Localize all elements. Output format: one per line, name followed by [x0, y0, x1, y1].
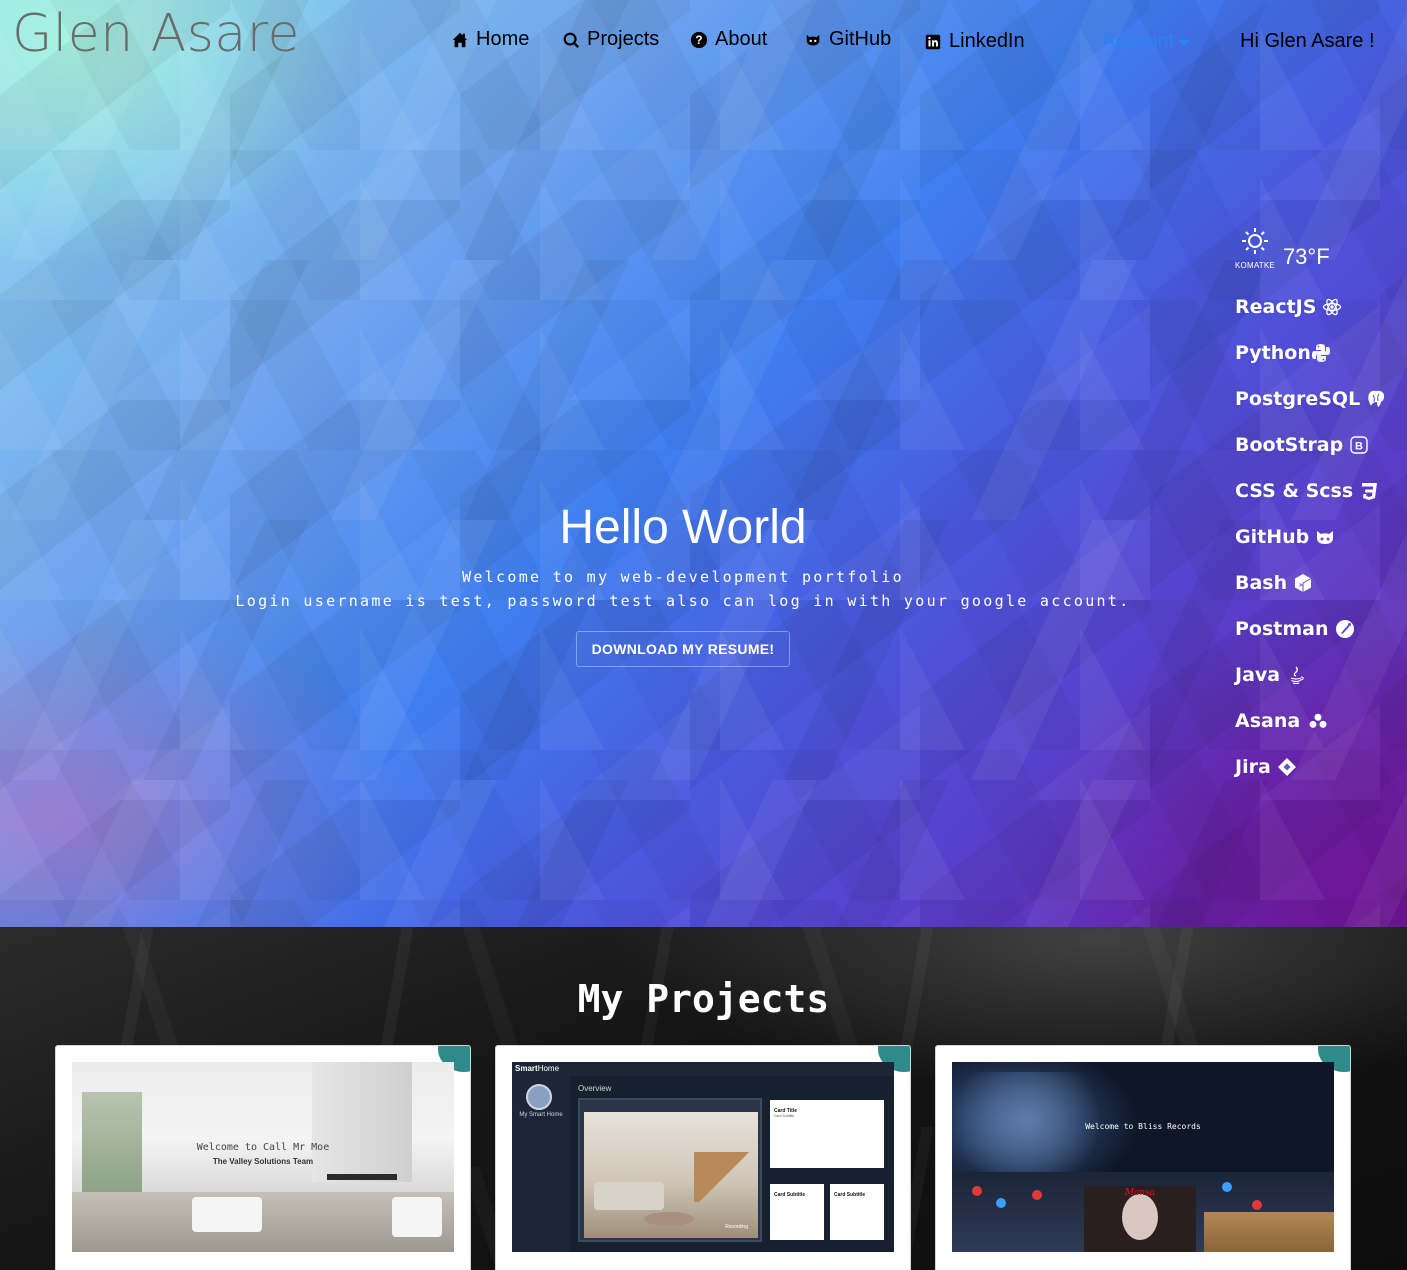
github-icon	[803, 30, 823, 50]
bootstrap-icon: B	[1349, 435, 1369, 455]
thumb-card-subtitle: Card Subtitle	[834, 1192, 866, 1198]
thumb-knob	[1222, 1182, 1232, 1192]
nav-home[interactable]: Home	[450, 28, 529, 51]
react-icon	[1322, 297, 1342, 317]
skill-reactjs: ReactJS	[1235, 284, 1386, 330]
thumb-heading: Welcome to Call Mr Moe	[196, 1142, 330, 1153]
project-thumbnail: Welcome to Bliss Records Mansa	[952, 1062, 1334, 1252]
nav-projects[interactable]: Projects	[561, 28, 659, 51]
nav-github-label: GitHub	[829, 28, 892, 50]
user-greeting: Hi Glen Asare !	[1240, 30, 1375, 52]
weather-location: KOMATKE	[1235, 261, 1275, 270]
nav-linkedin[interactable]: LinkedIn	[923, 30, 1025, 53]
skill-label: Asana	[1235, 710, 1301, 732]
postgresql-icon	[1366, 389, 1386, 409]
thumb-logo: SmartHome	[515, 1064, 560, 1073]
thumb-poster-face	[1122, 1194, 1158, 1240]
jira-icon	[1277, 757, 1297, 777]
skill-label: ReactJS	[1235, 296, 1317, 318]
thumb-knob	[972, 1186, 982, 1196]
nav-projects-label: Projects	[587, 28, 660, 50]
project-card-2[interactable]: SmartHome My Smart Home Overview Recordi…	[495, 1045, 911, 1270]
thumb-knob	[1032, 1190, 1042, 1200]
home-icon	[450, 30, 470, 50]
account-dropdown[interactable]: Account	[1102, 30, 1191, 53]
question-icon: ?	[689, 30, 709, 50]
chevron-down-icon	[1178, 39, 1191, 46]
thumb-card: Card Subtitle	[770, 1184, 824, 1240]
thumb-stairs	[694, 1152, 754, 1202]
skill-postgresql: PostgreSQL	[1235, 376, 1386, 422]
thumb-card-subtitle: Card Subtitle	[774, 1114, 795, 1118]
project-card-3[interactable]: Welcome to Bliss Records Mansa	[935, 1045, 1351, 1270]
thumb-couch	[594, 1182, 664, 1210]
projects-section: My Projects Welcome to Call Mr Moe The V…	[0, 927, 1407, 1270]
account-label: Account	[1102, 30, 1175, 52]
thumb-rug	[644, 1212, 694, 1226]
skill-asana: Asana	[1235, 698, 1386, 744]
thumb-sidebar: My Smart Home	[512, 1076, 570, 1252]
thumb-recording-label: Recording	[725, 1224, 748, 1230]
thumb-guitar	[1204, 1212, 1334, 1252]
skill-label: PostgreSQL	[1235, 388, 1361, 410]
thumb-subheading: The Valley Solutions Team	[212, 1157, 314, 1166]
skill-label: BootStrap	[1235, 434, 1344, 456]
project-card-1[interactable]: Welcome to Call Mr Moe The Valley Soluti…	[55, 1045, 471, 1270]
java-icon	[1286, 665, 1306, 685]
thumb-sofa	[192, 1197, 262, 1232]
project-thumbnail: Welcome to Call Mr Moe The Valley Soluti…	[72, 1062, 454, 1252]
project-thumbnail: SmartHome My Smart Home Overview Recordi…	[512, 1062, 894, 1252]
projects-title: My Projects	[577, 977, 830, 1021]
skill-label: Jira	[1235, 756, 1271, 778]
python-icon	[1311, 343, 1331, 363]
nav-github[interactable]: GitHub	[803, 28, 891, 51]
thumb-heading: Welcome to Bliss Records	[1085, 1122, 1201, 1131]
thumb-card-title: Card Title	[774, 1108, 797, 1114]
thumb-topbar: SmartHome	[512, 1062, 894, 1076]
weather-widget: KOMATKE 73°F	[1235, 220, 1386, 270]
thumb-knob	[996, 1198, 1006, 1208]
thumb-knob	[1252, 1200, 1262, 1210]
linkedin-icon	[923, 32, 943, 52]
search-icon	[561, 30, 581, 50]
asana-icon	[1306, 711, 1330, 731]
skill-label: Python	[1235, 342, 1311, 364]
nav-about[interactable]: ? About	[689, 28, 767, 51]
thumb-poster-text: Mansa	[1124, 1188, 1156, 1198]
thumb-card: Card Title Card Subtitle	[770, 1100, 884, 1168]
nav-linkedin-label: LinkedIn	[949, 30, 1025, 52]
thumb-camera-panel: Recording	[578, 1098, 762, 1242]
skill-jira: Jira	[1235, 744, 1386, 790]
thumb-card-subtitle: Card Subtitle	[774, 1192, 806, 1198]
sun-icon	[1238, 226, 1272, 261]
skill-python: Python	[1235, 330, 1386, 376]
thumb-armchair	[392, 1197, 442, 1237]
weather-temperature: 73°F	[1282, 244, 1330, 269]
svg-text:?: ?	[695, 34, 702, 47]
avatar	[526, 1084, 552, 1110]
skill-label: Java	[1235, 664, 1281, 686]
thumb-room-image: Recording	[584, 1112, 758, 1238]
skill-bootstrap: BootStrap B	[1235, 422, 1386, 468]
svg-text:B: B	[1355, 441, 1363, 453]
thumb-fireplace	[327, 1174, 397, 1180]
weather-location-block: KOMATKE	[1235, 226, 1275, 270]
brand-logo[interactable]: Glen Asare	[12, 4, 300, 64]
hero-section	[0, 0, 1407, 927]
hero-title: Hello World	[559, 501, 807, 554]
thumb-user-name: My Smart Home	[519, 1112, 563, 1118]
hero-content: Hello World Welcome to my web-developmen…	[0, 500, 1366, 667]
hero-intro-line2: Login username is test, password test al…	[235, 592, 1131, 610]
css-icon	[1359, 481, 1379, 501]
hero-intro: Welcome to my web-development portfolio …	[0, 565, 1366, 613]
nav-about-label: About	[715, 28, 768, 50]
thumb-card: Card Subtitle	[830, 1184, 884, 1240]
download-resume-button[interactable]: DOWNLOAD MY RESUME!	[575, 631, 791, 667]
hero-intro-line1: Welcome to my web-development portfolio	[462, 568, 904, 586]
thumb-poster: Mansa	[1084, 1186, 1196, 1252]
nav-home-label: Home	[476, 28, 530, 50]
skill-label: CSS & Scss	[1235, 480, 1354, 502]
thumb-overview-title: Overview	[578, 1084, 612, 1093]
